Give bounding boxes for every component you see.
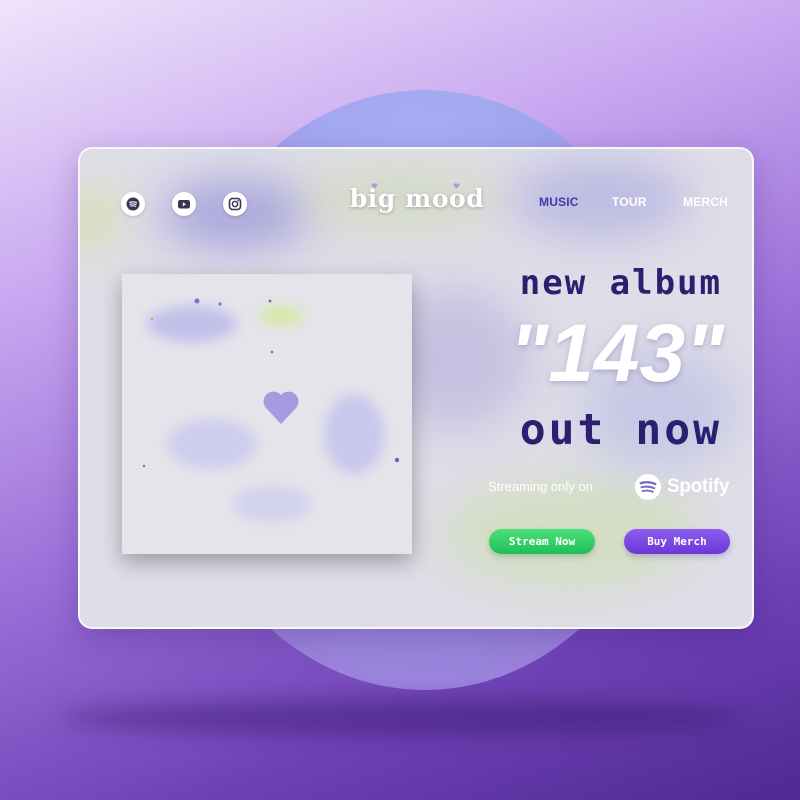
buy-merch-button[interactable]: Buy Merch xyxy=(624,529,730,554)
headline-new-album: new album xyxy=(519,263,722,303)
logo-heart-icon xyxy=(453,183,460,189)
headline-out-now: out now xyxy=(519,405,722,455)
logo-heart-icon xyxy=(371,183,378,189)
youtube-icon[interactable] xyxy=(172,192,196,216)
spotify-icon[interactable] xyxy=(121,192,145,216)
stream-now-button[interactable]: Stream Now xyxy=(489,529,595,554)
spotify-logo-icon xyxy=(635,474,661,500)
spotify-wordmark: Spotify xyxy=(667,476,730,497)
album-cover xyxy=(122,274,412,554)
nav-tour[interactable]: TOUR xyxy=(612,195,647,209)
website-card: big mood MUSIC TOUR MERCH new album "143… xyxy=(78,147,754,629)
nav-merch[interactable]: MERCH xyxy=(683,195,728,209)
instagram-icon[interactable] xyxy=(223,192,247,216)
spotify-logo[interactable]: Spotify xyxy=(633,472,730,502)
album-title: "143" xyxy=(509,308,724,399)
streaming-label: Streaming only on xyxy=(488,479,593,494)
brand-logo[interactable]: big mood xyxy=(342,184,492,213)
nav-music[interactable]: MUSIC xyxy=(539,195,579,209)
background-shadow xyxy=(60,700,740,736)
